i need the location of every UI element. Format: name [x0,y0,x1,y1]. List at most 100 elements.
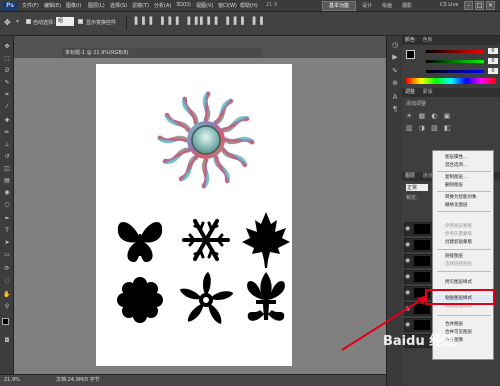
3d-orbit-tool-icon[interactable]: ◌ [2,276,12,285]
menu-item-delete-layer[interactable]: 删除图层 [435,182,493,189]
foreground-color-swatch[interactable] [2,318,9,325]
maximize-button[interactable]: □ [475,1,484,10]
canvas-artwork [117,91,290,324]
eye-icon[interactable]: ◉ [405,257,413,269]
gradient-tool-icon[interactable]: ▤ [2,176,12,185]
star-flower-shape [179,272,234,324]
status-doc-size: 文档:24.9M/0 字节 [56,377,100,383]
tab-adjustments[interactable]: 调整 [405,89,415,95]
menu-separator [437,171,491,172]
history-icon[interactable]: ◷ [390,40,400,50]
menu-file[interactable]: 文件(F) [22,2,39,9]
lasso-tool-icon[interactable]: ᘐ [2,66,12,75]
green-slider[interactable] [426,60,484,63]
cs-live-button[interactable]: CS Live [440,2,458,8]
menu-item-layer-properties[interactable]: 图层属性... [435,154,493,161]
clone-source-icon[interactable]: ⊕ [390,78,400,88]
move-tool-icon[interactable]: ✥ [4,18,11,27]
tab-layers[interactable]: 图层 [405,173,415,179]
workspace-painting[interactable]: 绘画 [382,2,392,9]
blue-value[interactable]: 0 [488,68,498,74]
baidu-watermark: Baidu 经验 [383,334,456,349]
minimize-button[interactable]: – [464,1,473,10]
healing-tool-icon[interactable]: ✚ [2,116,12,125]
actions-icon[interactable]: ▶ [390,52,400,62]
eye-icon[interactable]: ◉ [405,225,413,237]
shape-tool-icon[interactable]: ▭ [2,250,12,259]
show-transform-checkbox[interactable] [78,19,83,24]
quick-mask-icon[interactable]: ◘ [2,336,12,345]
stamp-tool-icon[interactable]: ⊥ [2,140,12,149]
sun-shape [157,91,255,189]
path-select-tool-icon[interactable]: ➤ [2,238,12,247]
status-zoom[interactable]: 21.9% [4,375,20,386]
close-button[interactable]: × [486,1,495,10]
type-tool-icon[interactable]: T [2,226,12,235]
zoom-tool-icon[interactable]: ⚲ [2,302,12,311]
workspace-design[interactable]: 设计 [362,2,372,9]
eye-icon[interactable]: ◉ [405,273,413,285]
paragraph-icon[interactable]: ¶ [390,104,400,114]
menu-help[interactable]: 帮助(H) [240,2,258,9]
red-slider[interactable] [426,50,484,53]
workspace-essentials-button[interactable]: 基本功能 [322,1,356,11]
move-tool-icon[interactable]: ✥ [2,42,12,51]
menu-layer[interactable]: 图层(L) [88,2,105,9]
eyedropper-tool-icon[interactable]: ⁄ [2,102,12,111]
chevron-down-icon[interactable]: ▾ [16,18,19,25]
photoshop-logo: Ps [2,1,18,11]
menu-image[interactable]: 图像(I) [66,2,81,9]
eye-icon[interactable]: ◉ [405,241,413,253]
red-value[interactable]: 0 [488,48,498,54]
menu-item-blending-options[interactable]: 混合选项... [435,162,493,169]
pen-tool-icon[interactable]: ✒ [2,214,12,223]
menu-item-rasterize-layer[interactable]: 栅格化图层 [435,202,493,209]
menu-filter[interactable]: 滤镜(T) [132,2,149,9]
color-fg-swatch[interactable] [406,50,415,59]
menu-item-duplicate-layer[interactable]: 复制图层... [435,174,493,181]
quick-select-tool-icon[interactable]: ✎ [2,78,12,87]
menu-view[interactable]: 视图(V) [196,2,213,9]
menu-item-copy-layer-style[interactable]: 拷贝图层样式 [435,279,493,286]
workspace-photography[interactable]: 摄影 [402,2,412,9]
adjustment-icons[interactable]: ☀ ▦ ◐ ▣ [406,112,452,120]
adjust-hint: 添加调整 [406,101,427,107]
fleur-de-lis-shape [247,272,285,321]
tab-color[interactable]: 颜色 [405,37,415,43]
character-icon[interactable]: A [390,92,400,102]
green-value[interactable]: 0 [488,58,498,64]
document-canvas[interactable] [96,64,292,366]
tab-swatches[interactable]: 色板 [423,37,433,43]
menu-item-create-clipping-mask[interactable]: 创建剪贴蒙版 [435,239,493,246]
menu-item-link-layers[interactable]: 链接图层 [435,253,493,260]
tab-masks[interactable]: 蒙版 [423,89,433,95]
dodge-tool-icon[interactable]: ○ [2,200,12,209]
document-tab[interactable]: 未标题-1 @ 21.9%(RGB/8) [62,48,262,58]
marquee-tool-icon[interactable]: ⬚ [2,54,12,63]
distribute-icons[interactable]: ▌▌▌ ▌▌▌ ▌▌ [200,17,268,25]
blend-mode-dropdown[interactable]: 正常 [406,184,428,191]
blue-slider[interactable] [426,70,484,73]
menu-edit[interactable]: 编辑(E) [44,2,61,9]
menu-item-convert-smart-object[interactable]: 转换为智能对象 [435,194,493,201]
3d-rotate-tool-icon[interactable]: ⟳ [2,264,12,273]
brush-preset-icon[interactable]: ✎ [390,66,400,76]
zoom-readout[interactable]: 21.9 [266,2,277,8]
options-bar: ✥ ▾ 自动选择： 组 显示变换控件 ▐▐▐ ▐▐▐ ▐▐ ▌▌▌ ▌▌▌ ▌▌ [0,12,500,36]
history-brush-tool-icon[interactable]: ↺ [2,152,12,161]
menu-window[interactable]: 窗口(W) [218,2,237,9]
color-spectrum-bar[interactable] [406,78,496,84]
brush-tool-icon[interactable]: ✏ [2,128,12,137]
adjustment-icons-row2[interactable]: ▥ ◑ ▧ ◧ [406,124,453,132]
hand-tool-icon[interactable]: ✋ [2,290,12,299]
auto-select-checkbox[interactable] [26,19,31,24]
blur-tool-icon[interactable]: ◉ [2,188,12,197]
align-icons[interactable]: ▐▐▐ ▐▐▐ ▐▐ [132,17,200,25]
eraser-tool-icon[interactable]: ◫ [2,164,12,173]
crop-tool-icon[interactable]: ⌗ [2,90,12,99]
menu-3d[interactable]: 3D(D) [176,2,191,8]
menu-select[interactable]: 选择(S) [110,2,127,9]
menu-item-merge-layers[interactable]: 合并图层 [435,321,493,328]
auto-select-dropdown[interactable]: 组 [56,17,74,26]
menu-analysis[interactable]: 分析(A) [154,2,171,9]
